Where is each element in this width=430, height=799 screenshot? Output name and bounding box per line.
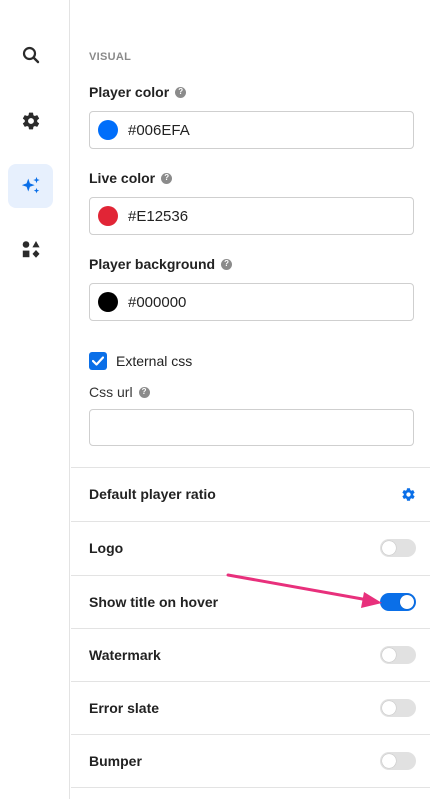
help-icon[interactable]: ?	[161, 172, 173, 184]
setting-row-default-player-ratio[interactable]: Default player ratio	[71, 467, 430, 520]
help-icon[interactable]: ?	[175, 86, 187, 98]
player-color-input[interactable]: #006EFA	[89, 111, 414, 149]
external-css-checkbox[interactable]	[89, 352, 107, 370]
setting-label: Error slate	[89, 700, 160, 716]
setting-row-bumper[interactable]: Bumper	[71, 734, 430, 787]
external-css-option[interactable]: External css	[89, 352, 192, 370]
sparkles-icon	[21, 176, 40, 194]
setting-label: Default player ratio	[89, 486, 216, 502]
rail-search-button[interactable]	[8, 33, 53, 77]
external-css-label: External css	[116, 353, 193, 369]
live-color-label: Live color ?	[89, 170, 173, 186]
gear-icon	[22, 112, 39, 130]
player-color-swatch[interactable]	[98, 120, 118, 140]
visual-settings-panel: VISUAL Player color ? #006EFA Live color…	[71, 0, 430, 799]
toggle-knob	[382, 754, 396, 768]
shapes-icon	[22, 241, 40, 258]
gear-icon[interactable]	[401, 487, 416, 502]
watermark-toggle[interactable]	[380, 646, 416, 664]
help-icon[interactable]: ?	[138, 386, 150, 398]
live-color-value: #E12536	[128, 207, 189, 225]
bumper-toggle[interactable]	[380, 752, 416, 770]
player-color-label-text: Player color	[89, 84, 170, 100]
setting-label: Logo	[89, 540, 124, 556]
live-color-label-text: Live color	[89, 170, 156, 186]
player-background-label-text: Player background	[89, 256, 216, 272]
setting-row-error-slate[interactable]: Error slate	[71, 681, 430, 734]
rail-settings-button[interactable]	[8, 99, 53, 143]
list-bottom-divider	[71, 787, 430, 788]
toggle-knob	[382, 701, 396, 715]
toggle-knob	[400, 595, 414, 609]
setting-label: Show title on hover	[89, 594, 219, 610]
setting-row-watermark[interactable]: Watermark	[71, 628, 430, 681]
player-color-label: Player color ?	[89, 84, 187, 100]
rail-components-button[interactable]	[8, 227, 53, 271]
show-title-on-hover-toggle[interactable]	[380, 593, 416, 611]
toggle-knob	[382, 541, 396, 555]
setting-label: Watermark	[89, 647, 161, 663]
help-icon[interactable]: ?	[221, 258, 233, 270]
css-url-label-text: Css url	[89, 384, 133, 400]
player-background-value: #000000	[128, 293, 187, 311]
css-url-input[interactable]	[89, 409, 414, 446]
logo-toggle[interactable]	[380, 539, 416, 557]
setting-row-show-title-on-hover[interactable]: Show title on hover	[71, 575, 430, 628]
live-color-swatch[interactable]	[98, 206, 118, 226]
section-label: VISUAL	[89, 51, 132, 63]
icon-rail	[0, 0, 70, 799]
rail-visual-button[interactable]	[8, 164, 53, 208]
search-icon	[22, 46, 39, 64]
error-slate-toggle[interactable]	[380, 699, 416, 717]
css-url-label: Css url ?	[89, 384, 150, 400]
checkmark-icon	[92, 356, 104, 366]
player-background-label: Player background ?	[89, 256, 233, 272]
player-color-value: #006EFA	[128, 121, 190, 139]
player-background-input[interactable]: #000000	[89, 283, 414, 321]
live-color-input[interactable]: #E12536	[89, 197, 414, 235]
player-background-swatch[interactable]	[98, 292, 118, 312]
setting-row-logo[interactable]: Logo	[71, 521, 430, 574]
setting-label: Bumper	[89, 753, 142, 769]
toggle-knob	[382, 648, 396, 662]
